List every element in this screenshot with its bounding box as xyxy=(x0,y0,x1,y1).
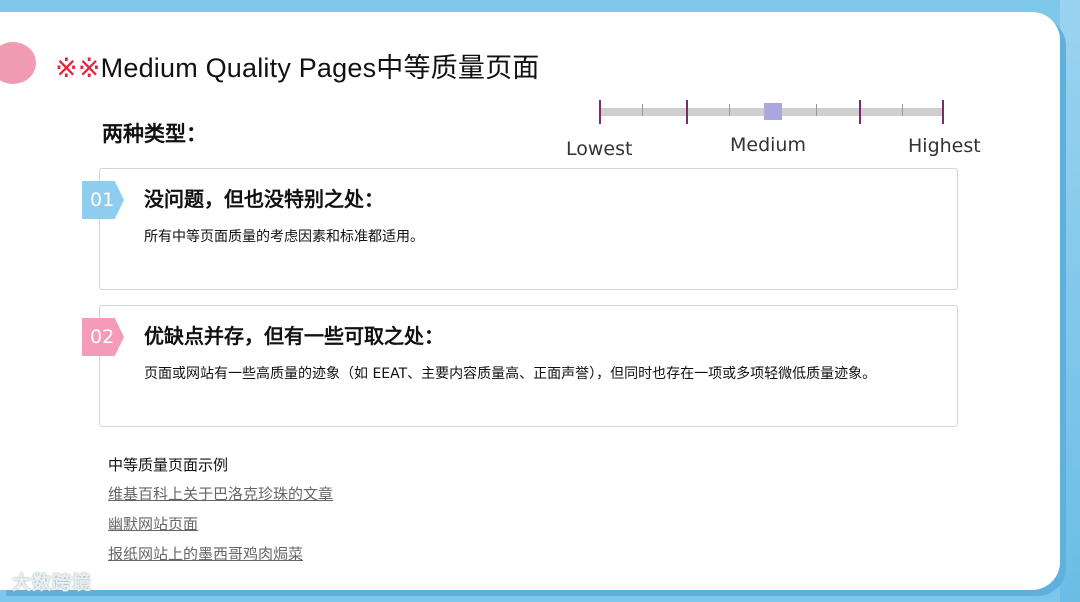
type-card-title: 没问题，但也没特别之处： xyxy=(144,187,384,211)
scale-label-highest: Highest xyxy=(908,135,981,157)
type-card-title: 优缺点并存，但有一些可取之处： xyxy=(144,324,444,348)
type-card-1: 没问题，但也没特别之处： 所有中等页面质量的考虑因素和标准都适用。 xyxy=(99,168,958,290)
type-card-2: 优缺点并存，但有一些可取之处： 页面或网站有一些高质量的迹象（如 EEAT、主要… xyxy=(99,305,958,427)
scale-tick xyxy=(686,100,688,124)
type-card-body: 所有中等页面质量的考虑因素和标准都适用。 xyxy=(144,229,424,245)
scale-label-medium: Medium xyxy=(730,134,806,156)
scale-tick-minor xyxy=(729,104,730,116)
quality-scale: Lowest Medium Highest xyxy=(566,96,1000,166)
type-card-body: 页面或网站有一些高质量的迹象（如 EEAT、主要内容质量高、正面声誉），但同时也… xyxy=(144,366,877,382)
examples-title: 中等质量页面示例 xyxy=(108,456,229,474)
scale-tick-lowest xyxy=(599,100,601,124)
scale-medium-marker xyxy=(764,103,782,120)
watermark-logo: 大数跨境 xyxy=(12,572,93,594)
example-link-humor-site[interactable]: 幽默网站页面 xyxy=(108,513,333,534)
example-link-baroque-pearl[interactable]: 维基百科上关于巴洛克珍珠的文章 xyxy=(108,483,333,504)
slide-title: ※※Medium Quality Pages中等质量页面 xyxy=(55,46,539,85)
types-subheading: 两种类型： xyxy=(102,121,207,146)
scale-tick-highest xyxy=(942,100,944,124)
right-border-stripe xyxy=(1060,0,1080,602)
title-text: Medium Quality Pages中等质量页面 xyxy=(100,53,540,83)
scale-label-lowest: Lowest xyxy=(566,138,633,160)
scale-tick-minor xyxy=(902,104,903,116)
examples-section: 中等质量页面示例 维基百科上关于巴洛克珍珠的文章 幽默网站页面 报纸网站上的墨西… xyxy=(108,454,333,573)
scale-tick-minor xyxy=(642,104,643,116)
scale-tick-minor xyxy=(816,104,817,116)
example-link-mexican-chicken[interactable]: 报纸网站上的墨西哥鸡肉焗菜 xyxy=(108,543,333,564)
scale-tick xyxy=(859,100,861,124)
title-mark: ※※ xyxy=(55,53,101,83)
